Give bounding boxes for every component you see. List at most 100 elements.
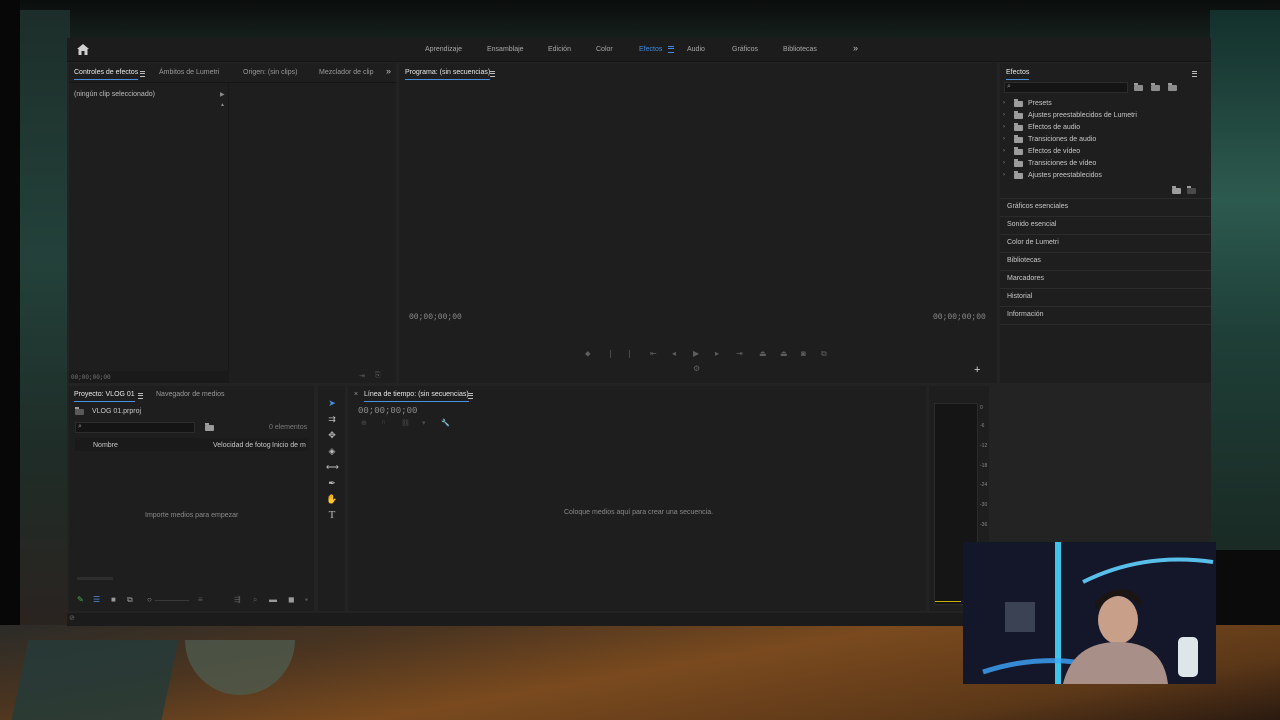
- project-scrollbar[interactable]: [77, 577, 113, 580]
- section-markers[interactable]: Marcadores: [1007, 275, 1044, 282]
- effects-menu-icon[interactable]: [1192, 71, 1197, 77]
- expand-audio-effects-icon[interactable]: ›: [1003, 124, 1005, 130]
- track-select-tool-icon[interactable]: ⇉: [326, 413, 338, 425]
- workspace-audio[interactable]: Audio: [687, 46, 705, 53]
- razor-tool-icon[interactable]: ◈: [326, 445, 338, 457]
- clear-icon[interactable]: ▪: [305, 595, 308, 604]
- add-button-icon[interactable]: +: [974, 364, 980, 376]
- effects-folder-adjust-presets[interactable]: Ajustes preestablecidos: [1028, 172, 1102, 179]
- list-view-icon[interactable]: ☰: [93, 595, 100, 604]
- selection-tool-icon[interactable]: ➤: [326, 397, 338, 409]
- section-essential-sound[interactable]: Sonido esencial: [1007, 221, 1056, 228]
- pencil-icon[interactable]: ✎: [77, 595, 84, 604]
- section-lumetri-color[interactable]: Color de Lumetri: [1007, 239, 1059, 246]
- expand-lumetri-presets-icon[interactable]: ›: [1003, 112, 1005, 118]
- delete-icon[interactable]: [1187, 186, 1196, 194]
- tab-clip-mixer[interactable]: Mezclador de clip: [319, 69, 373, 76]
- type-tool-icon[interactable]: T: [326, 509, 338, 521]
- workspace-ensamblaje[interactable]: Ensamblaje: [487, 46, 524, 53]
- column-frame-rate[interactable]: Velocidad de fotog: [213, 442, 271, 449]
- more-workspaces-icon[interactable]: »: [853, 43, 858, 53]
- expand-video-effects-icon[interactable]: ›: [1003, 148, 1005, 154]
- export-frame-icon[interactable]: ◙: [801, 349, 806, 358]
- expand-presets-adjust-icon[interactable]: ›: [1003, 172, 1005, 178]
- close-tab-icon[interactable]: ×: [354, 391, 358, 398]
- step-forward-icon[interactable]: ▸: [715, 349, 719, 358]
- workspace-color[interactable]: Color: [596, 46, 613, 53]
- effects-search-input[interactable]: ⌕: [1004, 82, 1128, 93]
- tab-source[interactable]: Origen: (sin clips): [243, 69, 297, 76]
- section-libraries[interactable]: Bibliotecas: [1007, 257, 1041, 264]
- new-item-icon[interactable]: ◼: [288, 595, 295, 604]
- mark-out-icon[interactable]: ❘: [626, 349, 633, 358]
- nest-icon[interactable]: ⊕: [361, 419, 367, 427]
- column-name[interactable]: Nombre: [93, 442, 118, 449]
- icon-view-icon[interactable]: ■: [111, 595, 116, 604]
- effects-folder-lumetri-presets[interactable]: Ajustes preestablecidos de Lumetri: [1028, 112, 1137, 119]
- automate-icon[interactable]: ⇶: [234, 595, 241, 604]
- program-menu-icon[interactable]: [490, 71, 495, 77]
- step-back-icon[interactable]: ◂: [672, 349, 676, 358]
- compare-view-icon[interactable]: ⧉: [821, 349, 827, 359]
- find-icon[interactable]: ⌕: [253, 595, 257, 605]
- section-essential-graphics[interactable]: Gráficos esenciales: [1007, 203, 1068, 210]
- workspace-aprendizaje[interactable]: Aprendizaje: [425, 46, 462, 53]
- add-marker-timeline-icon[interactable]: ▾: [422, 419, 426, 427]
- effects-folder-audio-transitions[interactable]: Transiciones de audio: [1028, 136, 1096, 143]
- tab-effect-controls[interactable]: Controles de efectos: [74, 69, 139, 80]
- workspace-efectos[interactable]: Efectos: [639, 46, 662, 53]
- 32bit-effects-icon[interactable]: [1151, 83, 1160, 91]
- project-search-input[interactable]: ⌕: [75, 422, 195, 433]
- extract-icon[interactable]: ⏏: [780, 349, 788, 358]
- timeline-settings-wrench-icon[interactable]: 🔧: [441, 419, 450, 427]
- workspace-bibliotecas[interactable]: Bibliotecas: [783, 46, 817, 53]
- mark-in-icon[interactable]: ❘: [607, 349, 614, 358]
- column-media-start[interactable]: Inicio de m: [272, 442, 306, 449]
- section-history[interactable]: Historial: [1007, 293, 1032, 300]
- program-current-timecode[interactable]: 00;00;00;00: [409, 313, 462, 322]
- scroll-up-icon[interactable]: ▲: [220, 102, 225, 108]
- new-bin-bottom-icon[interactable]: ▬: [269, 595, 277, 604]
- workspace-graficos[interactable]: Gráficos: [732, 46, 758, 53]
- linked-selection-icon[interactable]: ⛓: [401, 419, 410, 427]
- section-info[interactable]: Información: [1007, 311, 1044, 318]
- new-bin-icon[interactable]: [1172, 186, 1181, 194]
- pen-tool-icon[interactable]: ✒: [326, 477, 338, 489]
- yuv-effects-icon[interactable]: [1168, 83, 1177, 91]
- timeline-title[interactable]: Línea de tiempo: (sin secuencias): [364, 391, 469, 402]
- workspace-menu-icon[interactable]: [668, 46, 674, 53]
- timeline-menu-icon[interactable]: [468, 393, 473, 399]
- workspace-edicion[interactable]: Edición: [548, 46, 571, 53]
- add-marker-icon[interactable]: ⬥: [585, 349, 591, 359]
- project-menu-icon[interactable]: [138, 393, 143, 399]
- export-icon[interactable]: ⎘: [375, 372, 381, 380]
- expand-arrow-icon[interactable]: ▶: [220, 91, 225, 98]
- settings-wrench-icon[interactable]: ⚙: [693, 364, 700, 373]
- go-to-in-icon[interactable]: ⇤: [650, 349, 657, 358]
- tab-media-browser[interactable]: Navegador de medios: [156, 391, 225, 398]
- tab-project[interactable]: Proyecto: VLOG 01: [74, 391, 135, 402]
- filter-icon[interactable]: ⇥: [359, 372, 365, 380]
- tab-lumetri-scopes[interactable]: Ámbitos de Lumetri: [159, 69, 219, 76]
- slip-tool-icon[interactable]: ⟷: [326, 461, 339, 473]
- effects-folder-video-transitions[interactable]: Transiciones de vídeo: [1028, 160, 1096, 167]
- sort-icon[interactable]: ≡: [198, 595, 203, 604]
- snap-icon[interactable]: ∩: [381, 419, 386, 426]
- effects-folder-video-effects[interactable]: Efectos de vídeo: [1028, 148, 1080, 155]
- timeline-timecode[interactable]: 00;00;00;00: [358, 406, 417, 416]
- panel-menu-icon[interactable]: [140, 71, 145, 77]
- expand-video-transitions-icon[interactable]: ›: [1003, 160, 1005, 166]
- effects-folder-audio-effects[interactable]: Efectos de audio: [1028, 124, 1080, 131]
- accelerated-effects-icon[interactable]: [1134, 83, 1143, 91]
- more-tabs-icon[interactable]: »: [386, 66, 391, 76]
- home-icon[interactable]: [77, 44, 89, 55]
- play-icon[interactable]: ▶: [693, 349, 699, 358]
- zoom-slider-handle[interactable]: ○: [147, 595, 152, 604]
- freeform-view-icon[interactable]: ⧉: [127, 595, 133, 605]
- expand-audio-transitions-icon[interactable]: ›: [1003, 136, 1005, 142]
- hand-tool-icon[interactable]: ✋: [326, 493, 338, 505]
- ripple-edit-tool-icon[interactable]: ✥: [326, 429, 338, 441]
- new-bin-button-icon[interactable]: [205, 423, 214, 431]
- lift-icon[interactable]: ⏏: [759, 349, 767, 358]
- effects-folder-presets[interactable]: Presets: [1028, 100, 1052, 107]
